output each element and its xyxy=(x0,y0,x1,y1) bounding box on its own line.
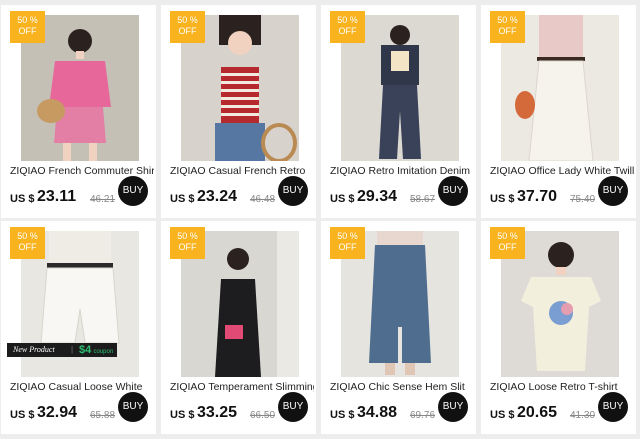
discount-off: OFF xyxy=(338,26,357,36)
original-price: 75.40 xyxy=(570,194,596,205)
product-card[interactable]: 50 % OFF ZIQIAO Loose Retro T-shirt US $… xyxy=(481,221,636,434)
promo-banner: New Product | $4 coupon xyxy=(7,343,117,357)
buy-button[interactable]: BUY xyxy=(118,176,148,206)
buy-button[interactable]: BUY xyxy=(438,392,468,422)
discount-badge: 50 % OFF xyxy=(10,227,45,259)
discount-off: OFF xyxy=(338,242,357,252)
product-card[interactable]: 50 % OFF ZIQIAO French Commuter Shirt US… xyxy=(1,5,156,218)
price: 37.70 xyxy=(517,188,558,205)
product-grid: 50 % OFF ZIQIAO French Commuter Shirt US… xyxy=(0,0,640,439)
price: 33.25 xyxy=(197,404,238,421)
product-card[interactable]: 50 % OFF ZIQIAO Retro Imitation Denim US… xyxy=(321,5,476,218)
divider: | xyxy=(71,345,74,354)
product-card[interactable]: 50 % OFF ZIQIAO Casual French Retro US $… xyxy=(161,5,316,218)
discount-percent: 50 % xyxy=(337,231,358,241)
discount-off: OFF xyxy=(498,242,517,252)
discount-off: OFF xyxy=(498,26,517,36)
discount-percent: 50 % xyxy=(497,231,518,241)
buy-button[interactable]: BUY xyxy=(278,176,308,206)
price: 32.94 xyxy=(37,404,78,421)
discount-badge: 50 % OFF xyxy=(10,11,45,43)
discount-badge: 50 % OFF xyxy=(170,11,205,43)
buy-button[interactable]: BUY xyxy=(598,176,628,206)
original-price: 65.88 xyxy=(90,410,116,421)
price: 23.11 xyxy=(37,188,77,205)
discount-off: OFF xyxy=(18,242,37,252)
buy-button[interactable]: BUY xyxy=(438,176,468,206)
product-card[interactable]: 50 % OFF ZIQIAO Chic Sense Hem Slit US $… xyxy=(321,221,476,434)
currency: US $ xyxy=(10,193,35,205)
original-price: 41.30 xyxy=(570,410,596,421)
product-card[interactable]: New Product | $4 coupon 50 % OFF ZIQIAO … xyxy=(1,221,156,434)
discount-badge: 50 % OFF xyxy=(330,11,365,43)
discount-off: OFF xyxy=(178,242,197,252)
coupon-label: $4 coupon xyxy=(79,343,113,359)
original-price: 58.67 xyxy=(410,194,436,205)
original-price: 69.76 xyxy=(410,410,436,421)
discount-percent: 50 % xyxy=(497,15,518,25)
currency: US $ xyxy=(170,193,195,205)
currency: US $ xyxy=(10,409,35,421)
currency: US $ xyxy=(330,409,355,421)
discount-off: OFF xyxy=(18,26,37,36)
discount-percent: 50 % xyxy=(17,231,38,241)
discount-percent: 50 % xyxy=(337,15,358,25)
discount-percent: 50 % xyxy=(177,15,198,25)
currency: US $ xyxy=(170,409,195,421)
currency: US $ xyxy=(490,193,515,205)
product-card[interactable]: 50 % OFF ZIQIAO Temperament Slimming US … xyxy=(161,221,316,434)
original-price: 46.48 xyxy=(250,194,276,205)
discount-percent: 50 % xyxy=(177,231,198,241)
price: 34.88 xyxy=(357,404,398,421)
discount-badge: 50 % OFF xyxy=(490,11,525,43)
buy-button[interactable]: BUY xyxy=(598,392,628,422)
original-price: 66.50 xyxy=(250,410,276,421)
coupon-value: $4 xyxy=(79,344,92,356)
discount-badge: 50 % OFF xyxy=(490,227,525,259)
price: 23.24 xyxy=(197,188,238,205)
discount-off: OFF xyxy=(178,26,197,36)
buy-button[interactable]: BUY xyxy=(118,392,148,422)
buy-button[interactable]: BUY xyxy=(278,392,308,422)
currency: US $ xyxy=(330,193,355,205)
product-card[interactable]: 50 % OFF ZIQIAO Office Lady White Twill … xyxy=(481,5,636,218)
price: 29.34 xyxy=(357,188,398,205)
price: 20.65 xyxy=(517,404,558,421)
original-price: 46.21 xyxy=(90,194,116,205)
discount-badge: 50 % OFF xyxy=(330,227,365,259)
coupon-unit: coupon xyxy=(93,349,114,355)
currency: US $ xyxy=(490,409,515,421)
new-product-label: New Product xyxy=(13,345,55,354)
discount-percent: 50 % xyxy=(17,15,38,25)
discount-badge: 50 % OFF xyxy=(170,227,205,259)
